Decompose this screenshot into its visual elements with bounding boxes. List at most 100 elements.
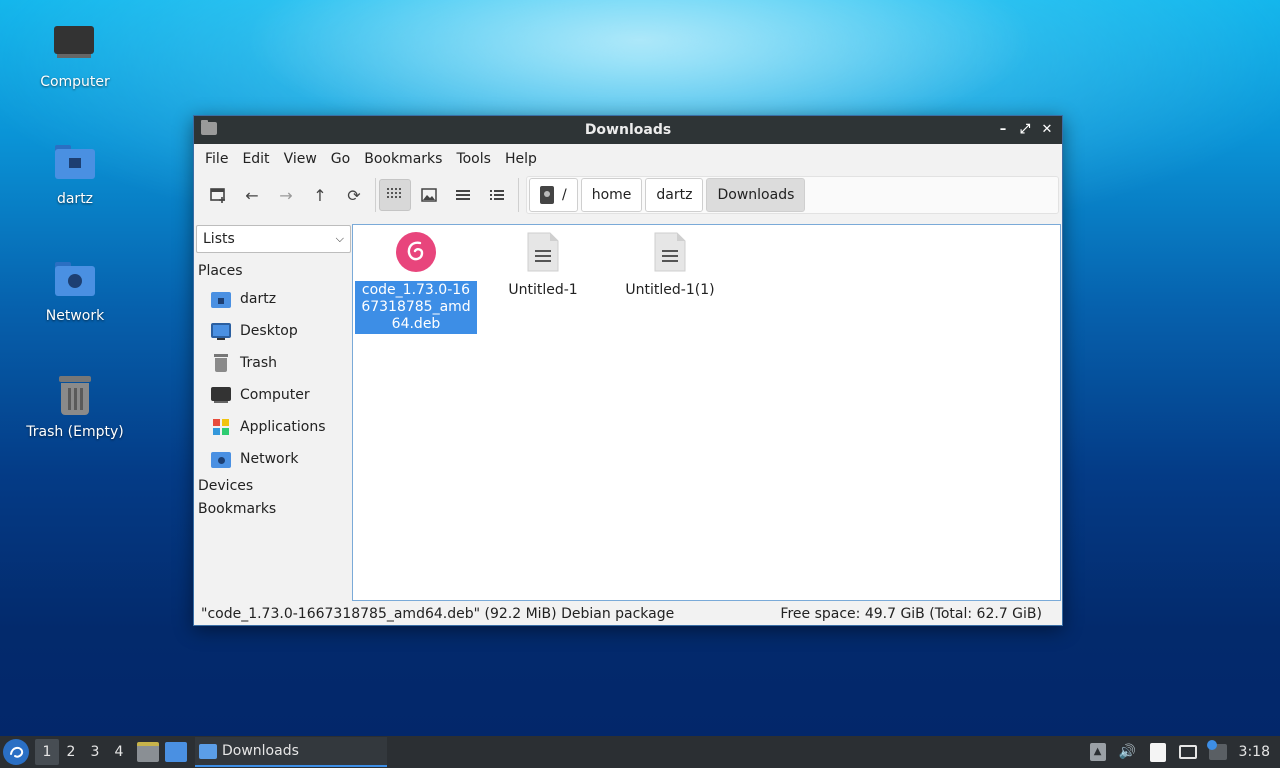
menu-view[interactable]: View (277, 151, 324, 167)
thumbnail-view-icon[interactable] (413, 179, 445, 211)
crumb-label: / (562, 187, 567, 203)
close-button[interactable]: ✕ (1038, 121, 1056, 139)
desktop-icon-home[interactable]: dartz (10, 141, 140, 207)
crumb-dartz[interactable]: dartz (645, 178, 704, 212)
devices-heading[interactable]: Devices (195, 475, 350, 498)
desktop-icon-network[interactable]: Network (10, 258, 140, 324)
eject-icon[interactable]: ▲ (1087, 741, 1109, 763)
sidebar-item-dartz[interactable]: dartz (195, 283, 350, 315)
file-name: Untitled-1 (508, 282, 578, 298)
workspace-2[interactable]: 2 (59, 739, 83, 765)
sidebar-item-label: dartz (240, 291, 277, 307)
file-name: Untitled-1(1) (625, 282, 715, 298)
new-tab-icon[interactable] (202, 179, 234, 211)
text-file-icon (649, 231, 691, 273)
clock[interactable]: 3:18 (1233, 744, 1280, 760)
show-desktop-icon[interactable] (165, 742, 187, 762)
file-item-deb[interactable]: code_1.73.0-1667318785_amd64.deb (355, 225, 477, 334)
sidebar-item-computer[interactable]: Computer (195, 379, 350, 411)
home-folder-icon (53, 141, 97, 185)
crumb-root[interactable]: / (529, 178, 578, 212)
sidebar-item-label: Applications (240, 419, 326, 435)
sidebar-item-label: Computer (240, 387, 310, 403)
system-tray: ▲ 🔊 3:18 (1083, 736, 1280, 768)
desktop-icon-label: dartz (56, 191, 94, 207)
text-file-icon (522, 231, 564, 273)
toolbar-separator (375, 178, 376, 212)
status-bar: "code_1.73.0-1667318785_amd64.deb" (92.2… (194, 602, 1062, 625)
drive-icon (540, 186, 554, 204)
file-name: code_1.73.0-1667318785_amd64.deb (355, 281, 477, 334)
bookmarks-heading[interactable]: Bookmarks (195, 498, 350, 521)
back-arrow-icon[interactable]: ← (236, 179, 268, 211)
sidebar-item-desktop[interactable]: Desktop (195, 315, 350, 347)
network-folder-icon (53, 258, 97, 302)
sidebar-item-network[interactable]: Network (195, 443, 350, 475)
debian-package-icon (395, 231, 437, 273)
menu-go[interactable]: Go (324, 151, 357, 167)
compact-view-icon[interactable] (447, 179, 479, 211)
title-bar[interactable]: Downloads – ⤢ ✕ (194, 116, 1062, 144)
clipboard-icon[interactable] (1147, 741, 1169, 763)
workspace-3[interactable]: 3 (83, 739, 107, 765)
menu-tools[interactable]: Tools (449, 151, 498, 167)
menu-help[interactable]: Help (498, 151, 544, 167)
computer-icon (53, 24, 97, 68)
desktop-icon-computer[interactable]: Computer (10, 24, 140, 90)
sidebar-item-label: Desktop (240, 323, 298, 339)
menu-edit[interactable]: Edit (235, 151, 276, 167)
crumb-downloads[interactable]: Downloads (706, 178, 806, 212)
toolbar: ← → ↑ ⟳ / home dartz Downloads (194, 173, 1062, 217)
file-item-untitled-1-1[interactable]: Untitled-1(1) (609, 225, 731, 300)
forward-arrow-icon[interactable]: → (270, 179, 302, 211)
icon-view-grid-icon[interactable] (379, 179, 411, 211)
menu-bar: File Edit View Go Bookmarks Tools Help (194, 144, 1062, 173)
applications-icon (211, 418, 231, 436)
file-manager-launcher-icon[interactable] (137, 742, 159, 762)
network-monitor-icon[interactable] (1177, 741, 1199, 763)
folder-icon (199, 743, 217, 759)
file-manager-window: Downloads – ⤢ ✕ File Edit View Go Bookma… (193, 115, 1063, 626)
trash-icon (53, 374, 97, 418)
start-menu-icon[interactable] (3, 739, 29, 765)
notification-icon[interactable] (1206, 740, 1229, 763)
volume-icon[interactable]: 🔊 (1117, 741, 1139, 763)
up-arrow-icon[interactable]: ↑ (304, 179, 336, 211)
menu-file[interactable]: File (198, 151, 235, 167)
workspace-4[interactable]: 4 (107, 739, 131, 765)
sidebar: Lists ⌵ Places dartz Desktop Trash Compu… (195, 225, 351, 610)
task-downloads[interactable]: Downloads (195, 737, 387, 767)
crumb-home[interactable]: home (580, 178, 643, 212)
sidebar-item-trash[interactable]: Trash (195, 347, 350, 379)
folder-icon (201, 120, 217, 135)
desktop-icon (211, 322, 231, 340)
maximize-button[interactable]: ⤢ (1016, 121, 1034, 139)
desktop-icon-label: Trash (Empty) (26, 424, 124, 440)
select-value: Lists (203, 231, 235, 247)
desktop-icon-trash[interactable]: Trash (Empty) (10, 374, 140, 440)
detailed-list-view-icon[interactable] (481, 179, 513, 211)
sidebar-item-label: Trash (240, 355, 277, 371)
reload-icon[interactable]: ⟳ (338, 179, 370, 211)
places-heading[interactable]: Places (195, 260, 350, 283)
path-bar: / home dartz Downloads (526, 176, 1059, 214)
computer-icon (211, 386, 231, 404)
taskbar: 1 2 3 4 Downloads ▲ 🔊 3:18 (0, 736, 1280, 768)
minimize-button[interactable]: – (994, 121, 1012, 139)
workspace-1[interactable]: 1 (35, 739, 59, 765)
sidebar-item-applications[interactable]: Applications (195, 411, 350, 443)
trash-icon (211, 354, 231, 372)
side-pane-mode-select[interactable]: Lists ⌵ (196, 225, 351, 253)
desktop-icon-label: Network (45, 308, 105, 324)
window-title: Downloads (584, 122, 672, 138)
sidebar-item-label: Network (240, 451, 299, 467)
file-item-untitled-1[interactable]: Untitled-1 (482, 225, 604, 300)
menu-bookmarks[interactable]: Bookmarks (357, 151, 449, 167)
selection-info: "code_1.73.0-1667318785_amd64.deb" (92.2… (201, 605, 675, 622)
chevron-down-icon: ⌵ (335, 232, 344, 245)
task-label: Downloads (222, 743, 299, 759)
file-list-pane[interactable]: code_1.73.0-1667318785_amd64.deb Untitle… (352, 224, 1061, 601)
home-folder-icon (211, 290, 231, 308)
free-space-info: Free space: 49.7 GiB (Total: 62.7 GiB) (780, 605, 1042, 622)
toolbar-separator (518, 178, 519, 212)
